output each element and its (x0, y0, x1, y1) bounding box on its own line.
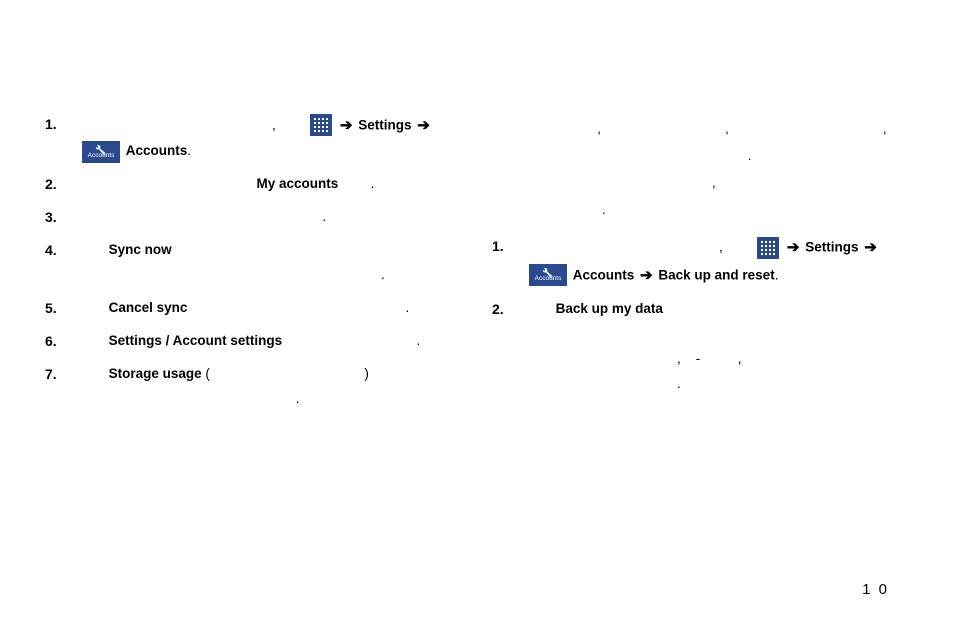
page-columns: 계정의 동기화, 전송, 교체, 또는 삭제. 동기화 과정에서, 홈 스크린에… (45, 60, 909, 420)
ri2-prefix: 터치 (527, 301, 556, 316)
ri1-prefix2: 터치 (727, 239, 756, 254)
right-item-1: 홈 스크린에서,, 터치 ➔ Settings ➔ Accounts ➔ Bac… (492, 234, 909, 290)
accounts-icon (82, 141, 120, 163)
li1-prefix1: 홈 스크린에서, (80, 117, 162, 132)
settings-label: Settings (358, 117, 411, 132)
period: . (187, 143, 191, 158)
li5-tail: 를 눌러 동기화 취소. (191, 300, 305, 315)
right-intro-tail: 모든 기능이 구매에 포함되지 않을 수 있음. (512, 148, 748, 163)
ri2-period: . (677, 376, 681, 391)
left-item-3: 관리할 계정의 이름을 터치하여 선택하세요.. (45, 205, 462, 230)
my-accounts-label: My accounts (256, 176, 338, 191)
storage-usage-label: Storage usage (109, 366, 202, 381)
comma1: , (272, 117, 276, 132)
apps-icon (757, 237, 779, 259)
back-up-my-data-label: Back up my data (556, 301, 663, 316)
li6-prefix: 터치 (80, 333, 109, 348)
arrow-icon: ➔ (340, 117, 353, 134)
li6-tail: 를 눌러 계정 설정 접근. (286, 333, 417, 348)
sync-now-label: Sync now (109, 242, 172, 257)
page-number: 1 0 (862, 581, 889, 598)
period7: . (296, 391, 300, 406)
settings-account-settings-label: Settings / Account settings (109, 333, 283, 348)
paren-close: ) (364, 366, 372, 381)
period4: . (381, 267, 385, 282)
right-column: 주의: 기능 사용 가능 여부 확인, 서비스 약관 확인, 요금 및 기타 정… (492, 60, 909, 420)
period3: . (322, 209, 326, 224)
arrow-icon: ➔ (640, 267, 653, 284)
left-intro: 계정의 동기화, 전송, 교체, 또는 삭제. 동기화 과정에서, (45, 60, 462, 102)
left-item-5: 터치 Cancel sync 를 눌러 동기화 취소.. (45, 296, 462, 321)
li3-text: 관리할 계정의 이름을 터치하여 선택하세요. (80, 209, 322, 224)
li7-prefix: 터치 (80, 366, 109, 381)
li2-prefix: 아래의 계정 유형을 터치하세요 (80, 176, 256, 191)
left-list: 홈 스크린에서,, 터치 ➔ Settings ➔ Accounts. 아래의 … (45, 112, 462, 412)
right-intro: 주의: 기능 사용 가능 여부 확인, 서비스 약관 확인, 요금 및 기타 정… (492, 60, 909, 224)
left-item-4: 터치 Sync now 를 눌러 계정을 동기화하거나 개별 항목을 터치하여 … (45, 238, 462, 288)
right-intro-text: 주의: 기능 사용 가능 여부 확인, 서비스 약관 확인, 요금 및 기타 정… (512, 66, 890, 136)
li4-prefix: 터치 (80, 242, 109, 257)
settings-label-r: Settings (805, 239, 858, 254)
rperiod1: . (775, 267, 779, 282)
arrow-icon: ➔ (864, 239, 877, 256)
li5-prefix: 터치 (80, 300, 109, 315)
period5: . (406, 300, 410, 315)
paren-text: 사용 가능한 경우 (210, 366, 304, 381)
left-item-7: 터치 Storage usage (사용 가능한 경우) 를 눌러 스토리지 사… (45, 362, 462, 412)
accounts-icon (529, 264, 567, 286)
ri1-prefix1: 홈 스크린에서, (527, 239, 609, 254)
left-column: 계정의 동기화, 전송, 교체, 또는 삭제. 동기화 과정에서, 홈 스크린에… (45, 60, 462, 420)
ri2-punct: , - , (677, 351, 742, 366)
arrow-icon: ➔ (417, 117, 430, 134)
period6: . (416, 333, 420, 348)
left-item-1: 홈 스크린에서,, 터치 ➔ Settings ➔ Accounts. (45, 112, 462, 165)
period2: . (371, 176, 375, 191)
cancel-sync-label: Cancel sync (109, 300, 188, 315)
left-item-2: 아래의 계정 유형을 터치하세요 My accounts 영역.. (45, 172, 462, 197)
accounts-label-r: Accounts (573, 267, 635, 282)
li1-prefix2: 터치 (280, 117, 309, 132)
li2-mid: 영역. (342, 176, 371, 191)
arrow-icon: ➔ (787, 239, 800, 256)
accounts-label: Accounts (126, 143, 188, 158)
rcomma1: , (719, 239, 723, 254)
right-item-2: 터치 Back up my data 를 눌러 현재 설정, 애플리케이션 데이… (492, 297, 909, 397)
right-list: 홈 스크린에서,, 터치 ➔ Settings ➔ Accounts ➔ Bac… (492, 234, 909, 397)
apps-icon (310, 114, 332, 136)
backup-reset-label: Back up and reset (658, 267, 774, 282)
left-item-6: 터치 Settings / Account settings 를 눌러 계정 설… (45, 329, 462, 354)
